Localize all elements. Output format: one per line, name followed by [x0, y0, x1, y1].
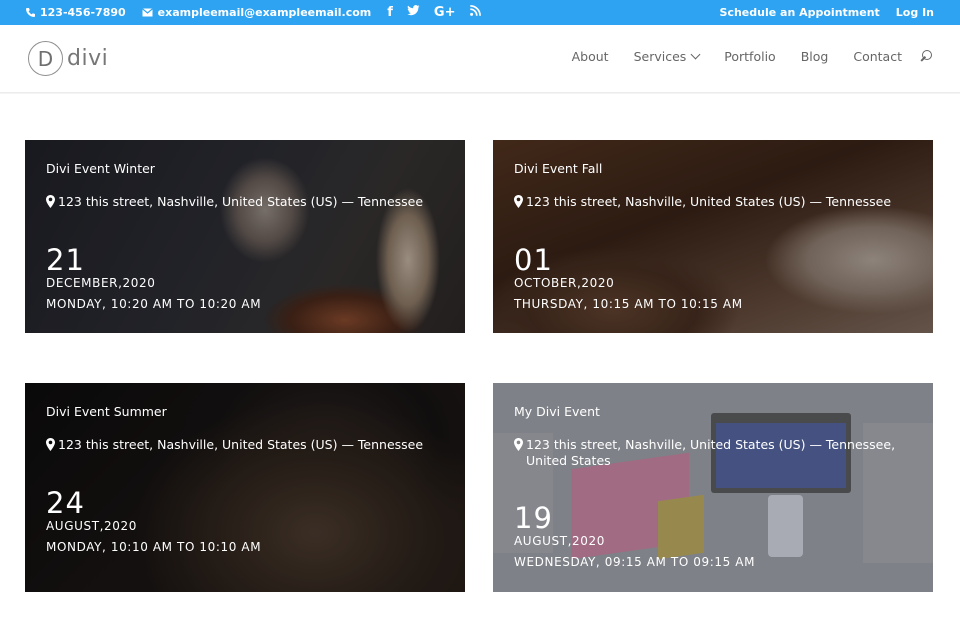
login-link[interactable]: Log In: [896, 6, 934, 19]
search-icon[interactable]: [920, 49, 934, 64]
event-title[interactable]: My Divi Event: [514, 404, 600, 419]
phone-link[interactable]: 123-456-7890: [24, 6, 126, 19]
location-pin-icon: [46, 438, 55, 451]
event-day: 19: [514, 501, 553, 535]
event-month-year: DECEMBER,2020: [46, 276, 156, 290]
main-nav: About Services Portfolio Blog Contact: [547, 49, 934, 64]
event-address: 123 this street, Nashville, United State…: [514, 437, 913, 469]
email-link[interactable]: exampleemail@exampleemail.com: [142, 6, 372, 19]
chevron-down-icon: [690, 49, 701, 60]
location-pin-icon: [514, 438, 523, 451]
top-bar-actions: Schedule an Appointment Log In: [720, 0, 934, 25]
event-month-year: OCTOBER,2020: [514, 276, 615, 290]
twitter-icon[interactable]: [407, 5, 420, 20]
location-pin-icon: [46, 195, 55, 208]
logo-mark: D: [28, 41, 63, 76]
event-time: MONDAY, 10:10 AM TO 10:10 AM: [46, 540, 262, 554]
top-bar-contact: 123-456-7890 exampleemail@exampleemail.c…: [24, 0, 481, 25]
email-address: exampleemail@exampleemail.com: [157, 6, 372, 19]
logo-text: divi: [67, 46, 109, 71]
event-address: 123 this street, Nashville, United State…: [514, 194, 891, 210]
event-month-year: AUGUST,2020: [514, 534, 605, 548]
event-time: WEDNESDAY, 09:15 AM TO 09:15 AM: [514, 555, 756, 569]
event-card[interactable]: Divi Event Winter 123 this street, Nashv…: [25, 140, 465, 333]
top-bar: 123-456-7890 exampleemail@exampleemail.c…: [0, 0, 960, 25]
event-address: 123 this street, Nashville, United State…: [46, 194, 423, 210]
facebook-icon[interactable]: f: [387, 5, 393, 20]
event-title[interactable]: Divi Event Fall: [514, 161, 602, 176]
event-card[interactable]: Divi Event Fall 123 this street, Nashvil…: [493, 140, 933, 333]
google-plus-icon[interactable]: G+: [434, 5, 456, 20]
main-header: D divi About Services Portfolio Blog Con…: [0, 25, 960, 93]
nav-item-contact[interactable]: Contact: [853, 49, 902, 64]
event-day: 21: [46, 243, 85, 277]
schedule-appointment-link[interactable]: Schedule an Appointment: [720, 6, 880, 19]
event-time: THURSDAY, 10:15 AM TO 10:15 AM: [514, 297, 743, 311]
event-day: 24: [46, 486, 85, 520]
event-time: MONDAY, 10:20 AM TO 10:20 AM: [46, 297, 262, 311]
event-month-year: AUGUST,2020: [46, 519, 137, 533]
phone-icon: [24, 7, 36, 19]
divi-logo[interactable]: D divi: [28, 41, 108, 76]
nav-item-services[interactable]: Services: [634, 49, 701, 64]
location-pin-icon: [514, 195, 523, 208]
nav-item-portfolio[interactable]: Portfolio: [724, 49, 775, 64]
rss-icon[interactable]: [469, 5, 481, 20]
event-title[interactable]: Divi Event Summer: [46, 404, 167, 419]
event-day: 01: [514, 243, 553, 277]
event-card[interactable]: Divi Event Summer 123 this street, Nashv…: [25, 383, 465, 592]
envelope-icon: [142, 7, 154, 19]
event-address: 123 this street, Nashville, United State…: [46, 437, 423, 453]
nav-item-about[interactable]: About: [572, 49, 609, 64]
phone-number: 123-456-7890: [40, 6, 126, 19]
nav-item-blog[interactable]: Blog: [801, 49, 829, 64]
social-links: f G+: [387, 5, 481, 20]
event-title[interactable]: Divi Event Winter: [46, 161, 155, 176]
event-card[interactable]: My Divi Event 123 this street, Nashville…: [493, 383, 933, 592]
